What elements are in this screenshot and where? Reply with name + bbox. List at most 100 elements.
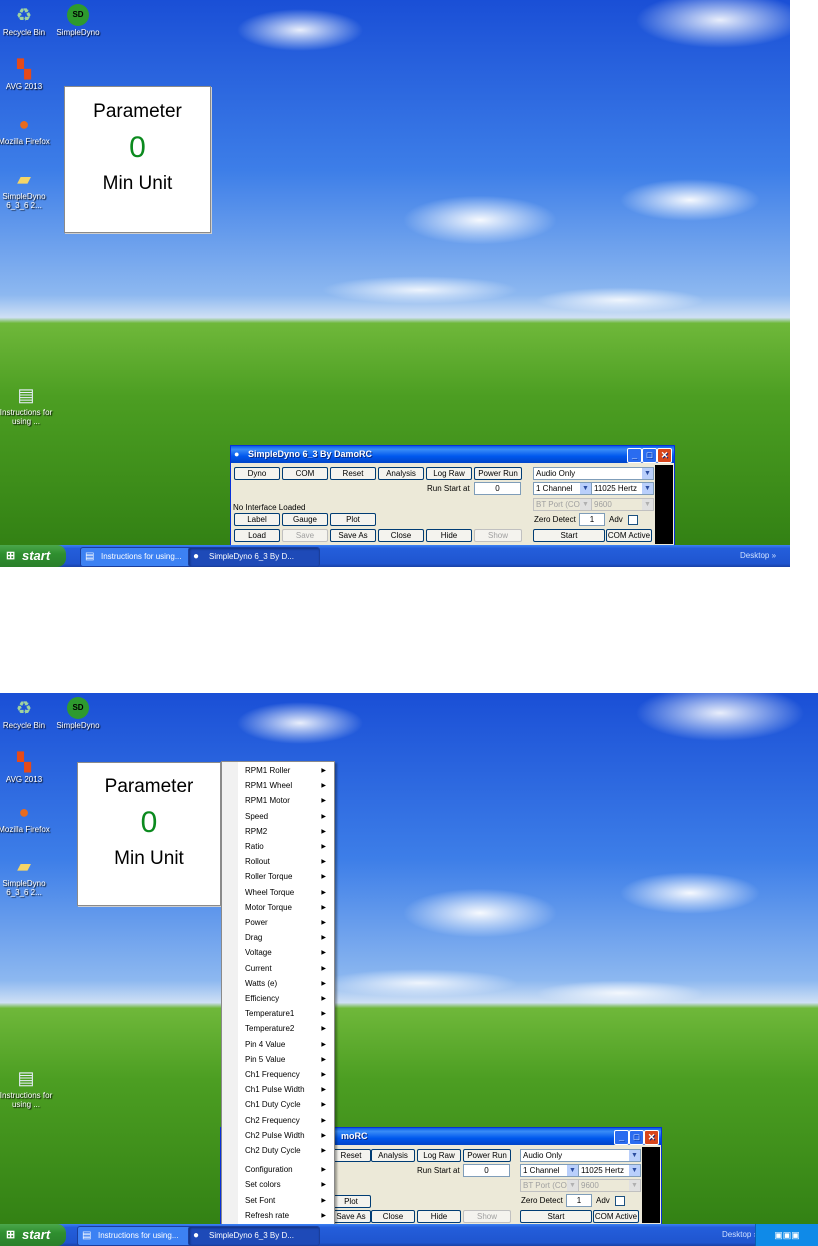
menu-item[interactable]: Configuration ▶ [222,1163,334,1177]
close-button[interactable]: Close [371,1210,415,1223]
desktop-toolbar-label[interactable]: Desktop » [740,545,776,567]
taskbar-item-simpledyno[interactable]: ● SimpleDyno 6_3 By D... [188,1226,320,1246]
close-window-button[interactable]: ✕ [644,1130,659,1145]
start-button[interactable]: Start [520,1210,592,1223]
analysis-button[interactable]: Analysis [371,1149,415,1162]
save-as-button[interactable]: Save As [330,529,376,542]
baud-select[interactable]: 9600 ▼ [578,1179,641,1192]
channel-select[interactable]: 1 Channel ▼ [520,1164,579,1177]
maximize-button[interactable]: □ [642,448,657,463]
desktop-icon-avg[interactable]: ▚ AVG 2013 [0,751,54,784]
show-button[interactable]: Show [463,1210,511,1223]
desktop-icon-firefox[interactable]: ● Mozilla Firefox [0,801,54,834]
source-select[interactable]: Audio Only ▼ [520,1149,641,1162]
close-window-button[interactable]: ✕ [657,448,672,463]
menu-item[interactable]: Drag ▶ [222,931,334,945]
start-button-os[interactable]: ⊞ start [0,545,66,567]
menu-item[interactable]: RPM1 Wheel ▶ [222,779,334,793]
log-raw-button[interactable]: Log Raw [417,1149,461,1162]
label-button[interactable]: Label [234,513,280,526]
save-button[interactable]: Save [282,529,328,542]
maximize-button[interactable]: □ [629,1130,644,1145]
menu-item[interactable]: Temperature2 ▶ [222,1022,334,1036]
taskbar-item-instructions[interactable]: ▤ Instructions for using... [80,547,204,567]
menu-item[interactable]: Power ▶ [222,916,334,930]
window-titlebar[interactable]: ● SimpleDyno 6_3 By DamoRC _ □ ✕ [231,446,674,463]
desktop-icon-simpledyno[interactable]: SD SimpleDyno [48,697,108,730]
sample-rate-select[interactable]: 11025 Hertz ▼ [591,482,654,495]
hide-button[interactable]: Hide [426,529,472,542]
menu-item[interactable]: Set colors ▶ [222,1178,334,1192]
reset-button[interactable]: Reset [331,1149,371,1162]
dyno-button[interactable]: Dyno [234,467,280,480]
power-run-button[interactable]: Power Run [474,467,522,480]
desktop-icon-recycle-bin[interactable]: ♻ Recycle Bin [0,4,54,37]
power-run-button[interactable]: Power Run [463,1149,511,1162]
menu-item[interactable]: Ratio ▶ [222,840,334,854]
desktop-icon-avg[interactable]: ▚ AVG 2013 [0,58,54,91]
menu-item[interactable]: Ch1 Duty Cycle ▶ [222,1098,334,1112]
gauge-button[interactable]: Gauge [282,513,328,526]
menu-item[interactable]: Voltage ▶ [222,946,334,960]
channel-select[interactable]: 1 Channel ▼ [533,482,592,495]
adv-checkbox[interactable] [628,515,638,525]
menu-item[interactable]: Roller Torque ▶ [222,870,334,884]
analysis-button[interactable]: Analysis [378,467,424,480]
run-start-input[interactable]: 0 [474,482,521,495]
menu-item[interactable]: Ch1 Frequency ▶ [222,1068,334,1082]
start-button-os[interactable]: ⊞ start [0,1224,66,1246]
menu-item[interactable]: Ch2 Pulse Width ▶ [222,1129,334,1143]
run-start-input[interactable]: 0 [463,1164,510,1177]
zero-detect-input[interactable]: 1 [579,513,605,526]
bt-port-select[interactable]: BT Port (COM5) ▼ [520,1179,579,1192]
taskbar-item-simpledyno[interactable]: ● SimpleDyno 6_3 By D... [188,547,320,567]
log-raw-button[interactable]: Log Raw [426,467,472,480]
desktop-icon-instructions[interactable]: ▤ Instructions for using ... [0,1067,56,1109]
show-button[interactable]: Show [474,529,522,542]
reset-button[interactable]: Reset [330,467,376,480]
menu-item[interactable]: Ch1 Pulse Width ▶ [222,1083,334,1097]
menu-item[interactable]: Motor Torque ▶ [222,901,334,915]
menu-item[interactable]: Wheel Torque ▶ [222,886,334,900]
sample-rate-select[interactable]: 11025 Hertz ▼ [578,1164,641,1177]
com-active-button[interactable]: COM Active [593,1210,639,1223]
desktop-toolbar-label[interactable]: Desktop » [722,1224,758,1246]
desktop-icon-instructions[interactable]: ▤ Instructions for using ... [0,384,56,426]
menu-item[interactable]: Pin 4 Value ▶ [222,1038,334,1052]
menu-item[interactable]: RPM1 Motor ▶ [222,794,334,808]
menu-item[interactable]: RPM1 Roller ▶ [222,764,334,778]
desktop-icon-recycle-bin[interactable]: ♻ Recycle Bin [0,697,54,730]
desktop-icon-simpledyno-folder[interactable]: ▰ SimpleDyno 6_3_6 2... [0,855,54,897]
desktop-icon-firefox[interactable]: ● Mozilla Firefox [0,113,54,146]
close-button[interactable]: Close [378,529,424,542]
load-button[interactable]: Load [234,529,280,542]
menu-item[interactable]: Speed ▶ [222,810,334,824]
menu-item[interactable]: Current ▶ [222,962,334,976]
menu-item[interactable]: Set Font ▶ [222,1194,334,1208]
plot-button[interactable]: Plot [330,513,376,526]
menu-item[interactable]: Rollout ▶ [222,855,334,869]
menu-item[interactable]: RPM2 ▶ [222,825,334,839]
menu-item[interactable]: Temperature1 ▶ [222,1007,334,1021]
hide-button[interactable]: Hide [417,1210,461,1223]
menu-item[interactable]: Refresh rate ▶ [222,1209,334,1223]
menu-item[interactable]: Ch2 Duty Cycle ▶ [222,1144,334,1158]
com-active-button[interactable]: COM Active [606,529,652,542]
save-as-button[interactable]: Save As [331,1210,371,1223]
system-tray[interactable]: ▣▣▣ [755,1224,818,1246]
com-button[interactable]: COM [282,467,328,480]
menu-item[interactable]: Pin 5 Value ▶ [222,1053,334,1067]
menu-item[interactable]: Watts (e) ▶ [222,977,334,991]
start-button[interactable]: Start [533,529,605,542]
desktop-icon-simpledyno-folder[interactable]: ▰ SimpleDyno 6_3_6 2... [0,168,54,210]
zero-detect-input[interactable]: 1 [566,1194,592,1207]
minimize-button[interactable]: _ [614,1130,629,1145]
adv-checkbox[interactable] [615,1196,625,1206]
bt-port-select[interactable]: BT Port (COM5) ▼ [533,498,592,511]
menu-item[interactable]: Ch2 Frequency ▶ [222,1114,334,1128]
parameter-gauge[interactable]: Parameter 0 Min Unit [64,86,211,233]
baud-select[interactable]: 9600 ▼ [591,498,654,511]
desktop-icon-simpledyno[interactable]: SD SimpleDyno [48,4,108,37]
source-select[interactable]: Audio Only ▼ [533,467,654,480]
parameter-gauge[interactable]: Parameter 0 Min Unit [77,762,221,906]
